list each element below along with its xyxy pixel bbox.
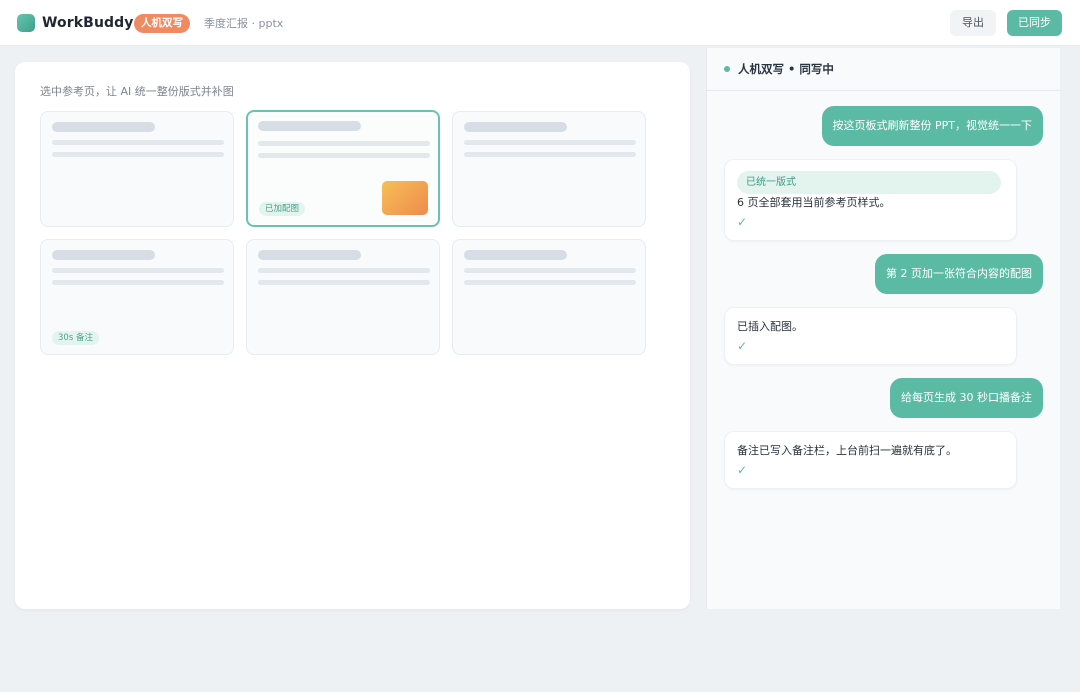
ai-message-text: 备注已写入备注栏，上台前扫一遍就有底了。 (737, 444, 957, 457)
sync-status-button[interactable]: 已同步 (1007, 10, 1062, 36)
slide-line-placeholder (258, 268, 430, 273)
slide-line-placeholder (258, 153, 430, 158)
app-logo-icon (17, 14, 35, 32)
ai-message-text: 已插入配图。 (737, 320, 803, 333)
slide-line-placeholder (464, 280, 636, 285)
app-name: WorkBuddy (42, 15, 134, 31)
user-message: 按这页板式刷新整份 PPT，视觉统一一下 (821, 106, 1043, 146)
slide-thumbnail-6[interactable] (452, 239, 646, 355)
canvas-hint: 选中参考页，让 AI 统一整份版式并补图 (40, 85, 234, 98)
file-name: 季度汇报 · pptx (204, 17, 284, 30)
slide-line-placeholder (464, 268, 636, 273)
slide-thumbnail-4[interactable]: 30s 备注 (40, 239, 234, 355)
live-status-dot-icon (724, 66, 730, 72)
slide-line-placeholder (52, 152, 224, 157)
slide-title-placeholder (52, 250, 155, 260)
chat-header: 人机双写 • 同写中 (707, 48, 1061, 91)
slide-canvas: 选中参考页，让 AI 统一整份版式并补图 已加配图 30s 备注 (15, 62, 690, 609)
slide-thumbnail-3[interactable] (452, 111, 646, 227)
ai-message: 已插入配图。 ✓ (724, 307, 1017, 365)
slide-title-placeholder (258, 250, 361, 260)
slide-thumbnail-5[interactable] (246, 239, 440, 355)
ai-action-tag: 已统一版式 (737, 171, 1001, 194)
chat-title: 人机双写 • 同写中 (738, 62, 834, 76)
check-icon: ✓ (737, 463, 748, 477)
ai-message-text: 6 页全部套用当前参考页样式。 (737, 196, 891, 209)
slide-line-placeholder (52, 268, 224, 273)
inserted-image[interactable] (382, 181, 428, 215)
slide-title-placeholder (464, 250, 567, 260)
top-bar: WorkBuddy 人机双写 季度汇报 · pptx 导出 已同步 (0, 0, 1080, 46)
check-icon: ✓ (737, 339, 748, 353)
slide-thumbnail-1[interactable] (40, 111, 234, 227)
slide-thumbnail-2[interactable]: 已加配图 (246, 110, 440, 227)
slide-title-placeholder (464, 122, 567, 132)
slide-line-placeholder (464, 140, 636, 145)
ai-message: 备注已写入备注栏，上台前扫一遍就有底了。 ✓ (724, 431, 1017, 489)
user-message: 第 2 页加一张符合内容的配图 (875, 254, 1043, 294)
mode-badge: 人机双写 (134, 14, 190, 33)
slide-title-placeholder (258, 121, 361, 131)
slide-line-placeholder (464, 152, 636, 157)
ai-message: 已统一版式 6 页全部套用当前参考页样式。 ✓ (724, 159, 1017, 241)
chat-panel: 人机双写 • 同写中 按这页板式刷新整份 PPT，视觉统一一下 已统一版式 6 … (706, 48, 1061, 609)
check-icon: ✓ (737, 215, 748, 229)
slide-line-placeholder (52, 280, 224, 285)
export-button[interactable]: 导出 (950, 10, 996, 36)
slide-line-placeholder (52, 140, 224, 145)
slide-status-chip: 已加配图 (259, 202, 306, 216)
slide-title-placeholder (52, 122, 155, 132)
slide-line-placeholder (258, 280, 430, 285)
slide-status-chip: 30s 备注 (52, 331, 99, 345)
slide-line-placeholder (258, 141, 430, 146)
user-message: 给每页生成 30 秒口播备注 (890, 378, 1043, 418)
